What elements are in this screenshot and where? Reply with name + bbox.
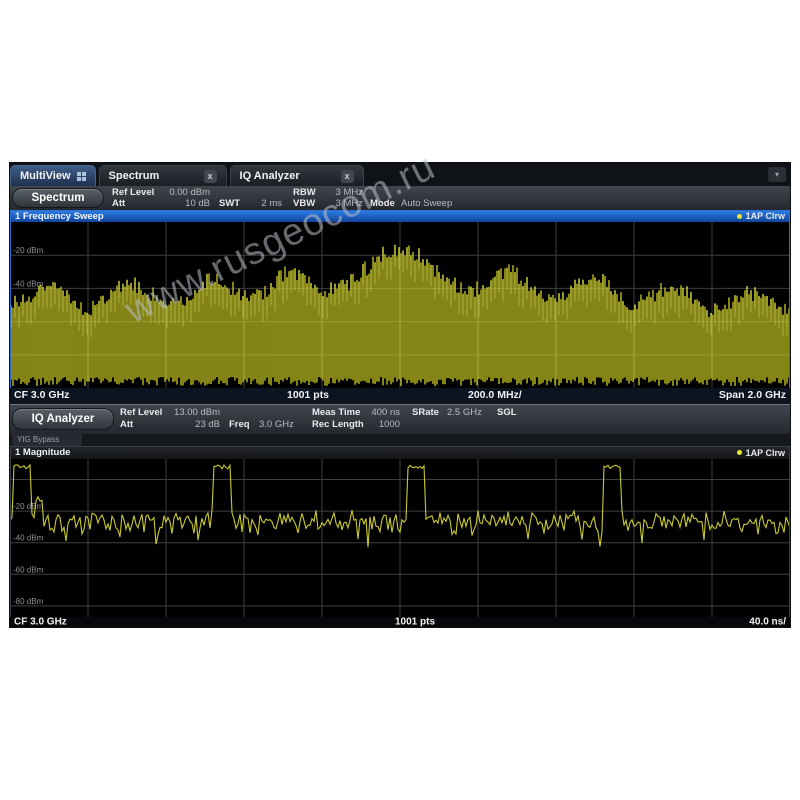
close-icon[interactable]: x: [341, 170, 354, 183]
axis-pts: 1001 pts: [287, 389, 329, 401]
channel-tab-bar: MultiView Spectrum x IQ Analyzer x ▾: [10, 163, 790, 186]
swt-label: SWT: [219, 198, 240, 209]
rbw-label: RBW: [293, 187, 316, 198]
tab-iq-analyzer-label: IQ Analyzer: [240, 170, 300, 182]
freq-label: Freq: [229, 419, 250, 430]
magnitude-window: 1 Magnitude 1AP Clrw -20 dBm -40 dBm -60 d…: [10, 446, 790, 627]
multiview-grid-icon: [77, 172, 86, 181]
spectrum-channel-header: Spectrum Ref Level 0.00 dBm Att 10 dB SW…: [10, 186, 790, 210]
axis-cf: CF 3.0 GHz: [14, 389, 69, 401]
att-label: Att: [112, 198, 125, 209]
window-title: 1 Frequency Sweep: [15, 211, 104, 222]
rec-length-label: Rec Length: [312, 419, 364, 430]
svg-text:-20 dBm: -20 dBm: [13, 246, 44, 255]
sgl-indicator: SGL: [497, 407, 517, 418]
mode-label: Mode: [370, 198, 395, 209]
trace-info[interactable]: 1AP Clrw: [737, 448, 785, 458]
tab-iq-analyzer[interactable]: IQ Analyzer x: [230, 165, 364, 186]
att-value[interactable]: 23 dB: [162, 419, 220, 430]
tab-spectrum-label: Spectrum: [109, 170, 160, 182]
rbw-value[interactable]: 3 MHz: [321, 187, 363, 198]
srate-label: SRate: [412, 407, 439, 418]
swt-value[interactable]: 2 ms: [246, 198, 282, 209]
magnitude-chart[interactable]: -20 dBm -40 dBm -60 dBm -80 dBm: [10, 459, 790, 617]
tab-overflow-icon[interactable]: ▾: [768, 167, 786, 182]
ref-level-label: Ref Level: [112, 187, 154, 198]
ref-level-value[interactable]: 0.00 dBm: [156, 187, 210, 198]
tab-multiview-label: MultiView: [20, 170, 71, 182]
trace-dot-icon: [737, 214, 742, 219]
axis-span: Span 2.0 GHz: [719, 389, 786, 401]
axis-cf: CF 3.0 GHz: [14, 617, 67, 628]
vbw-value[interactable]: 3 MHz: [321, 198, 363, 209]
iq-channel-button[interactable]: IQ Analyzer: [12, 408, 114, 430]
att-value[interactable]: 10 dB: [156, 198, 210, 209]
meas-time-label: Meas Time: [312, 407, 360, 418]
frequency-sweep-window: 1 Frequency Sweep 1AP Clrw -20 dBm-40 dB…: [10, 210, 790, 402]
tab-multiview[interactable]: MultiView: [10, 165, 96, 186]
spectrum-channel-button[interactable]: Spectrum: [12, 188, 104, 208]
trace-label: 1AP Clrw: [746, 211, 785, 221]
ref-level-label: Ref Level: [120, 407, 162, 418]
frequency-sweep-chart[interactable]: -20 dBm-40 dBm: [10, 222, 790, 388]
svg-text:-40 dBm: -40 dBm: [13, 534, 44, 543]
axis-perdiv: 40.0 ns/: [749, 617, 786, 628]
close-icon[interactable]: x: [204, 170, 217, 183]
frequency-sweep-title-bar[interactable]: 1 Frequency Sweep 1AP Clrw: [10, 210, 790, 222]
att-label: Att: [120, 419, 133, 430]
freq-value[interactable]: 3.0 GHz: [259, 419, 294, 430]
rec-length-value[interactable]: 1000: [362, 419, 400, 430]
svg-text:-20 dBm: -20 dBm: [13, 502, 44, 511]
srate-value[interactable]: 2.5 GHz: [447, 407, 482, 418]
vbw-label: VBW: [293, 198, 315, 209]
ref-level-value[interactable]: 13.00 dBm: [162, 407, 220, 418]
axis-perdiv: 200.0 MHz/: [468, 389, 522, 401]
svg-text:-60 dBm: -60 dBm: [13, 565, 44, 574]
yig-bypass-tab[interactable]: YIG Bypass: [12, 434, 82, 446]
trace-label: 1AP Clrw: [746, 448, 785, 458]
tab-spectrum[interactable]: Spectrum x: [99, 165, 227, 186]
analyzer-window: MultiView Spectrum x IQ Analyzer x ▾ Spe…: [10, 163, 790, 627]
magnitude-axis-bar: CF 3.0 GHz 1001 pts 40.0 ns/: [10, 617, 790, 627]
mode-value[interactable]: Auto Sweep: [401, 198, 452, 209]
frequency-sweep-axis-bar: CF 3.0 GHz 1001 pts 200.0 MHz/ Span 2.0 …: [10, 388, 790, 402]
axis-pts: 1001 pts: [395, 617, 435, 628]
iq-channel-header: IQ Analyzer Ref Level 13.00 dBm Att 23 d…: [10, 404, 790, 434]
svg-text:-80 dBm: -80 dBm: [13, 597, 44, 606]
magnitude-title-bar[interactable]: 1 Magnitude 1AP Clrw: [10, 446, 790, 459]
trace-info[interactable]: 1AP Clrw: [737, 211, 785, 221]
trace-dot-icon: [737, 450, 742, 455]
yig-strip: YIG Bypass: [10, 434, 790, 446]
window-title: 1 Magnitude: [15, 447, 70, 458]
meas-time-value[interactable]: 400 ns: [362, 407, 400, 418]
